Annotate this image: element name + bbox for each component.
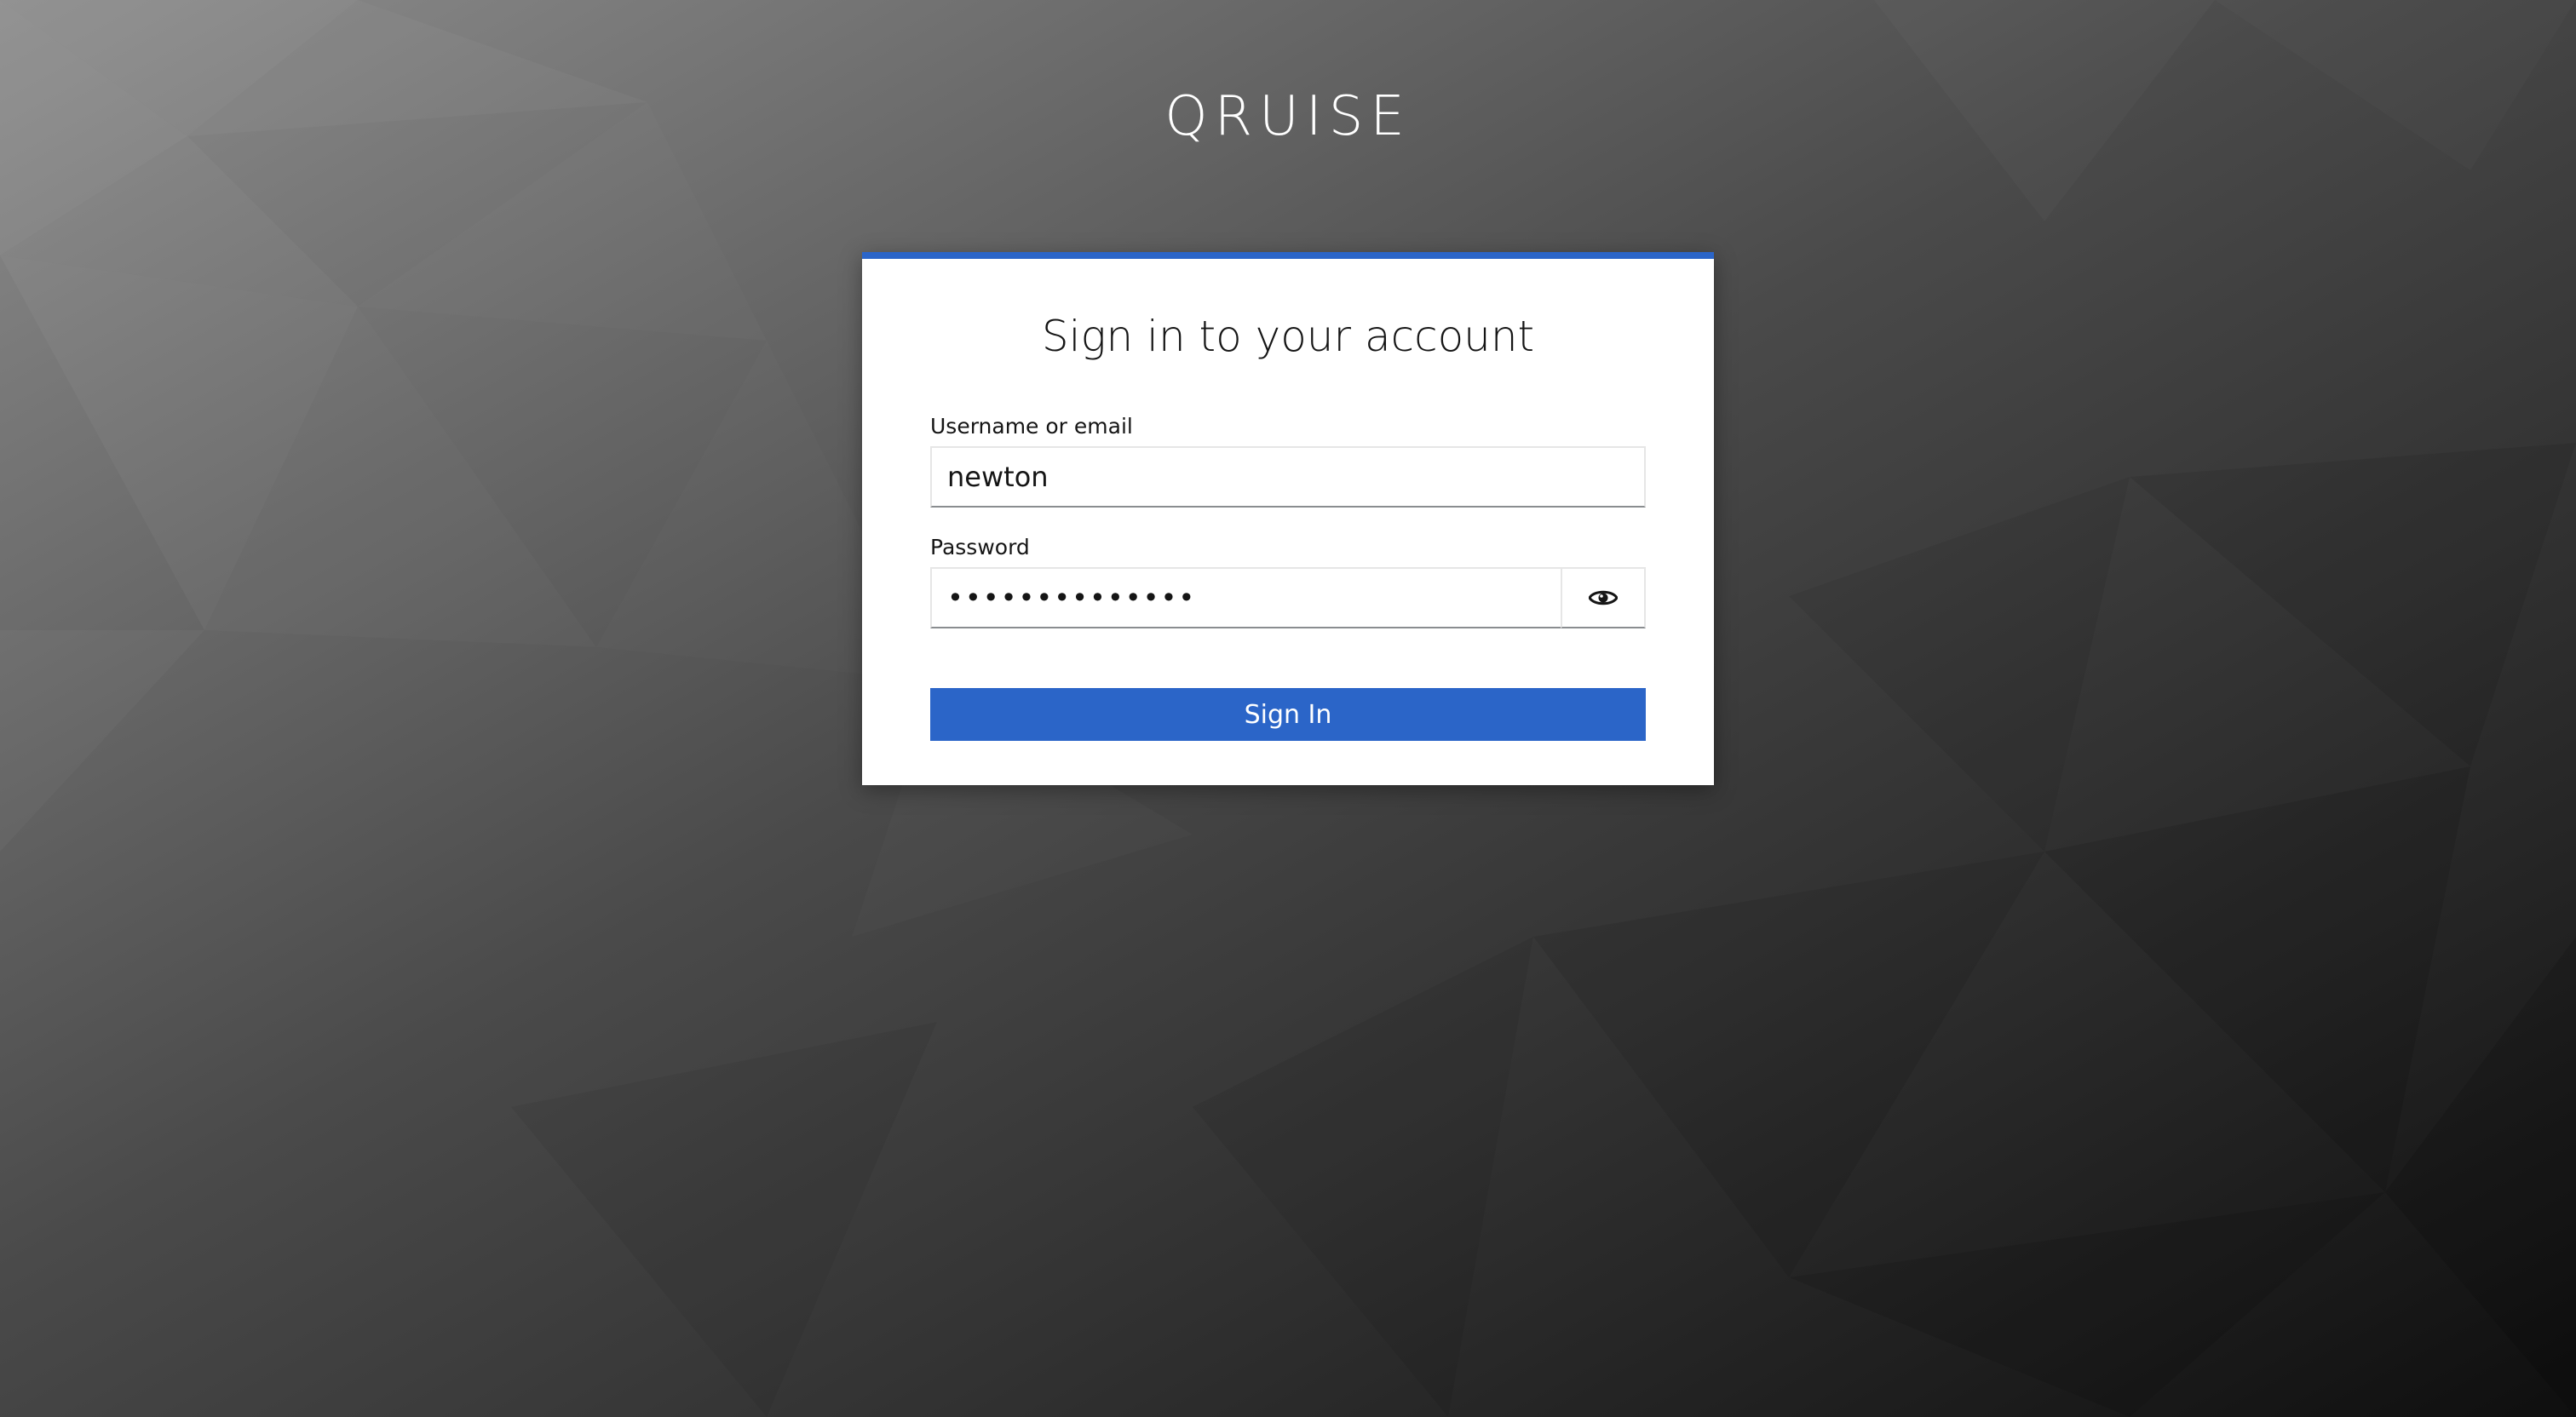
password-input[interactable] (930, 567, 1562, 628)
username-label: Username or email (930, 414, 1133, 439)
page-title: Sign in to your account (1041, 312, 1535, 361)
password-row (930, 567, 1646, 628)
brand-logo: QRUISE (1164, 85, 1412, 148)
login-card: Sign in to your account Username or emai… (862, 252, 1714, 785)
sign-in-button[interactable]: Sign In (930, 688, 1646, 741)
password-label: Password (930, 535, 1030, 559)
username-input[interactable] (930, 446, 1646, 508)
show-password-button[interactable] (1561, 567, 1646, 628)
eye-icon (1589, 590, 1618, 605)
